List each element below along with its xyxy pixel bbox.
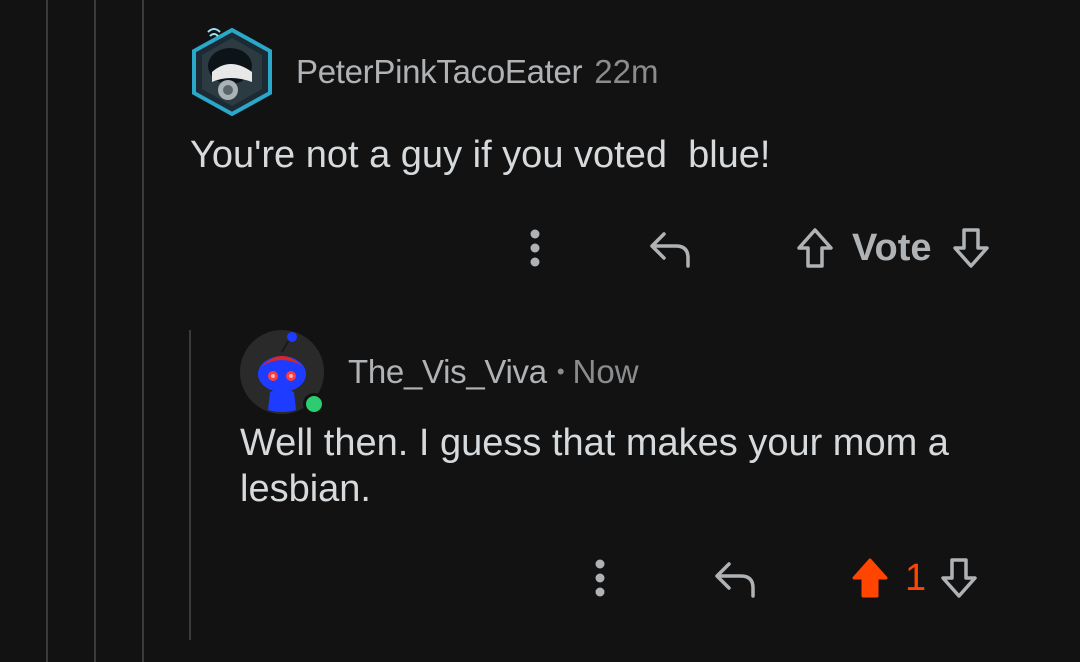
- separator-dot: •: [556, 359, 565, 384]
- reply-icon: [650, 232, 690, 268]
- thread-line[interactable]: [46, 0, 48, 662]
- vote-label: Vote: [852, 226, 932, 269]
- comment: PeterPinkTacoEater 22m You're not a guy …: [190, 26, 1050, 178]
- thread-line[interactable]: [142, 0, 144, 662]
- comment-actions: Vote: [520, 220, 996, 276]
- timestamp: Now: [572, 353, 639, 390]
- reply-button[interactable]: [705, 550, 765, 606]
- more-options-button[interactable]: [520, 220, 550, 276]
- reply-button[interactable]: [640, 220, 700, 276]
- comment-body: Well then. I guess that makes your mom a…: [240, 422, 949, 510]
- avatar[interactable]: [190, 26, 274, 118]
- upvote-button[interactable]: [790, 220, 840, 276]
- thread-line[interactable]: [189, 330, 191, 640]
- comment-thread: PeterPinkTacoEater 22m You're not a guy …: [0, 0, 1080, 662]
- comment: The_Vis_Viva • Now Well then. I guess th…: [240, 330, 1050, 512]
- comment-actions: 1: [585, 550, 984, 606]
- timestamp: 22m: [594, 53, 659, 90]
- downvote-button[interactable]: [934, 550, 984, 606]
- more-vertical-icon: [595, 559, 605, 597]
- username[interactable]: The_Vis_Viva: [348, 353, 547, 391]
- comment-body: You're not a guy if you voted blue!: [190, 134, 771, 176]
- more-options-button[interactable]: [585, 550, 615, 606]
- online-status-icon: [303, 393, 325, 415]
- comment-header: The_Vis_Viva • Now: [240, 330, 1050, 415]
- comment-header: PeterPinkTacoEater 22m: [190, 26, 1050, 118]
- downvote-button[interactable]: [946, 220, 996, 276]
- arrow-up-icon: [797, 228, 833, 268]
- reply-icon: [715, 562, 755, 598]
- robot-hex-avatar-icon: [192, 27, 272, 117]
- avatar[interactable]: [240, 330, 325, 415]
- arrow-down-icon: [941, 558, 977, 598]
- arrow-up-icon: [852, 558, 888, 598]
- vote-count: 1: [905, 556, 927, 599]
- arrow-down-icon: [952, 228, 989, 268]
- upvote-button[interactable]: [845, 550, 895, 606]
- username[interactable]: PeterPinkTacoEater: [296, 53, 583, 91]
- thread-line[interactable]: [94, 0, 96, 662]
- more-vertical-icon: [530, 229, 540, 267]
